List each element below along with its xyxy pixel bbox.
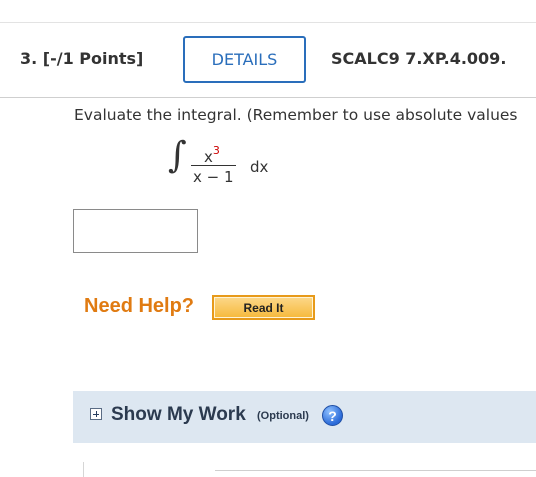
bottom-divider (215, 470, 536, 471)
details-button[interactable]: DETAILS (183, 36, 306, 83)
question-prompt: Evaluate the integral. (Remember to use … (74, 106, 518, 124)
numerator-base: x (204, 148, 213, 166)
need-help-label: Need Help? (84, 295, 195, 317)
show-my-work-label[interactable]: Show My Work (111, 404, 246, 426)
fraction-denominator: x − 1 (193, 168, 234, 186)
question-number-points: 3. [-/1 Points] (20, 49, 144, 68)
integral-expression: ∫ x3 x − 1 dx (168, 135, 328, 190)
read-it-button[interactable]: Read It (212, 295, 315, 320)
question-code: SCALC9 7.XP.4.009. (331, 49, 507, 68)
question-header: 3. [-/1 Points] DETAILS SCALC9 7.XP.4.00… (0, 23, 536, 98)
fraction-numerator: x3 (204, 144, 220, 166)
fraction-bar (191, 165, 236, 166)
answer-input[interactable] (73, 209, 198, 253)
expand-icon[interactable] (90, 408, 102, 420)
bottom-divider-left (83, 462, 84, 477)
show-my-work-panel[interactable]: Show My Work (Optional) ? (73, 391, 536, 443)
numerator-exponent: 3 (212, 144, 220, 157)
help-icon[interactable]: ? (322, 405, 343, 426)
differential: dx (250, 158, 269, 176)
optional-label: (Optional) (257, 410, 309, 422)
integral-sign: ∫ (168, 135, 187, 176)
